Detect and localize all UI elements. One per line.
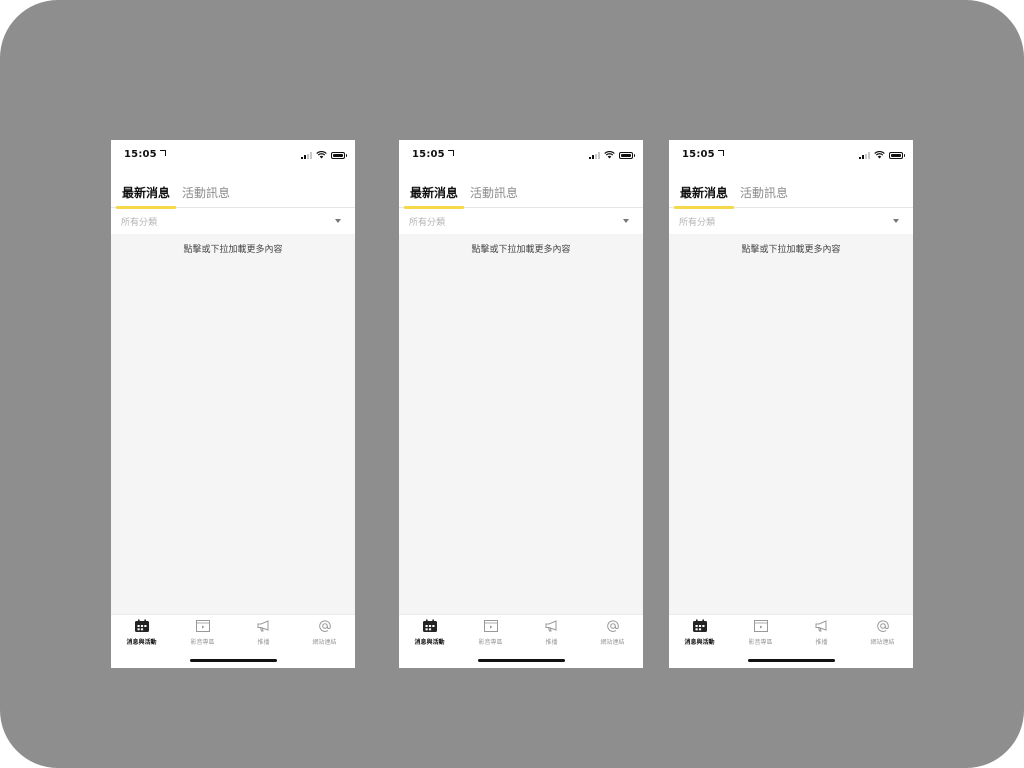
- nav-item-video[interactable]: 影音專區: [730, 619, 791, 646]
- news-list[interactable]: 點擊或下拉加載更多內容: [669, 234, 913, 614]
- video-icon: [195, 620, 210, 632]
- wifi-icon: [604, 151, 615, 159]
- location-arrow-icon: [717, 150, 724, 156]
- nav-label: 消息與活動: [126, 639, 157, 646]
- tab-latest-news[interactable]: 最新消息: [674, 184, 734, 209]
- nav-item-news-events[interactable]: 消息與活動: [399, 619, 460, 646]
- video-icon: [753, 620, 768, 632]
- status-time-text: 15:05: [682, 149, 715, 160]
- signal-icon: [301, 151, 312, 159]
- wifi-icon: [316, 151, 327, 159]
- nav-item-news-events[interactable]: 消息與活動: [111, 619, 172, 646]
- nav-label: 推播: [545, 639, 558, 646]
- location-arrow-icon: [159, 150, 166, 156]
- tab-event-info[interactable]: 活動訊息: [740, 184, 788, 208]
- at-icon: [606, 620, 619, 632]
- tab-event-info[interactable]: 活動訊息: [182, 184, 230, 208]
- status-time-text: 15:05: [412, 149, 445, 160]
- calendar-icon: [134, 619, 149, 632]
- tab-bar: 最新消息 活動訊息: [669, 180, 913, 209]
- tab-bar: 最新消息 活動訊息: [399, 180, 643, 209]
- home-indicator[interactable]: [190, 659, 277, 662]
- battery-icon: [331, 151, 347, 159]
- chevron-down-icon: [335, 219, 341, 223]
- megaphone-icon: [257, 620, 268, 632]
- category-filter-label: 所有分類: [121, 218, 158, 228]
- status-bar: 15:05: [111, 140, 355, 170]
- status-icons: [301, 150, 347, 160]
- tab-event-info[interactable]: 活動訊息: [470, 184, 518, 208]
- nav-label: 網站連結: [600, 639, 625, 646]
- nav-label: 消息與活動: [414, 639, 445, 646]
- at-icon: [876, 620, 889, 632]
- phone-screen-1: 15:05 最新消息 活動訊息 所有分類 點擊或下拉加載更多內容 消息與活動 影…: [111, 140, 355, 668]
- nav-label: 推播: [257, 639, 270, 646]
- category-filter-dropdown[interactable]: 所有分類: [669, 209, 913, 234]
- phone-screen-2: 15:05 最新消息 活動訊息 所有分類 點擊或下拉加載更多內容 消息與活動 影…: [399, 140, 643, 668]
- battery-icon: [889, 151, 905, 159]
- chevron-down-icon: [623, 219, 629, 223]
- megaphone-icon: [815, 620, 826, 632]
- load-more-button[interactable]: 點擊或下拉加載更多內容: [111, 242, 355, 255]
- news-list[interactable]: 點擊或下拉加載更多內容: [399, 234, 643, 614]
- load-more-button[interactable]: 點擊或下拉加載更多內容: [399, 242, 643, 255]
- wifi-icon: [874, 151, 885, 159]
- nav-item-web-links[interactable]: 網站連結: [852, 619, 913, 646]
- calendar-icon: [692, 619, 707, 632]
- nav-label: 影音專區: [478, 639, 503, 646]
- status-icons: [859, 150, 905, 160]
- category-filter-dropdown[interactable]: 所有分類: [111, 209, 355, 234]
- battery-icon: [619, 151, 635, 159]
- at-icon: [318, 620, 331, 632]
- status-icons: [589, 150, 635, 160]
- category-filter-dropdown[interactable]: 所有分類: [399, 209, 643, 234]
- nav-label: 推播: [815, 639, 828, 646]
- video-icon: [483, 620, 498, 632]
- signal-icon: [859, 151, 870, 159]
- tab-latest-news[interactable]: 最新消息: [116, 184, 176, 209]
- news-list[interactable]: 點擊或下拉加載更多內容: [111, 234, 355, 614]
- status-time-text: 15:05: [124, 149, 157, 160]
- location-arrow-icon: [447, 150, 454, 156]
- chevron-down-icon: [893, 219, 899, 223]
- status-time: 15:05: [682, 149, 724, 160]
- signal-icon: [589, 151, 600, 159]
- home-indicator[interactable]: [478, 659, 565, 662]
- category-filter-label: 所有分類: [679, 218, 716, 228]
- nav-label: 網站連結: [312, 639, 337, 646]
- calendar-icon: [422, 619, 437, 632]
- nav-label: 消息與活動: [684, 639, 715, 646]
- nav-item-web-links[interactable]: 網站連結: [294, 619, 355, 646]
- nav-item-push[interactable]: 推播: [233, 619, 294, 646]
- status-bar: 15:05: [399, 140, 643, 170]
- nav-item-video[interactable]: 影音專區: [460, 619, 521, 646]
- nav-item-video[interactable]: 影音專區: [172, 619, 233, 646]
- nav-item-news-events[interactable]: 消息與活動: [669, 619, 730, 646]
- phone-screen-3: 15:05 最新消息 活動訊息 所有分類 點擊或下拉加載更多內容 消息與活動 影…: [669, 140, 913, 668]
- tab-latest-news[interactable]: 最新消息: [404, 184, 464, 209]
- nav-item-push[interactable]: 推播: [791, 619, 852, 646]
- category-filter-label: 所有分類: [409, 218, 446, 228]
- nav-label: 網站連結: [870, 639, 895, 646]
- load-more-button[interactable]: 點擊或下拉加載更多內容: [669, 242, 913, 255]
- megaphone-icon: [545, 620, 556, 632]
- nav-label: 影音專區: [748, 639, 773, 646]
- status-bar: 15:05: [669, 140, 913, 170]
- status-time: 15:05: [412, 149, 454, 160]
- tab-bar: 最新消息 活動訊息: [111, 180, 355, 209]
- nav-item-push[interactable]: 推播: [521, 619, 582, 646]
- status-time: 15:05: [124, 149, 166, 160]
- nav-label: 影音專區: [190, 639, 215, 646]
- home-indicator[interactable]: [748, 659, 835, 662]
- nav-item-web-links[interactable]: 網站連結: [582, 619, 643, 646]
